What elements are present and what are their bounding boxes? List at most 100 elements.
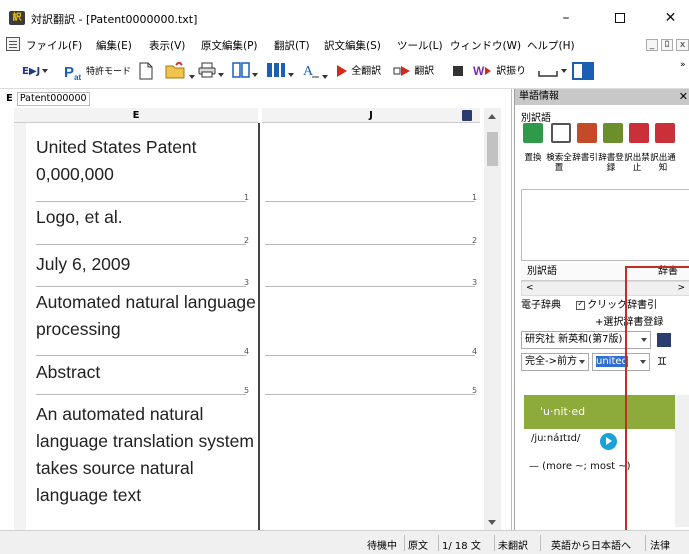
translate-all-label: 全翻訳 [351, 66, 382, 77]
segment-divider [36, 244, 246, 245]
segment-divider [36, 201, 246, 202]
dictionary-register-icon[interactable] [603, 123, 623, 143]
pane-layout-button[interactable] [572, 62, 594, 82]
play-audio-icon[interactable] [600, 433, 617, 450]
patent-icon[interactable]: Pat [64, 62, 84, 82]
toolbar: E▶J Pat 特許モード A 全翻訳 翻訳 W 訳振り » [0, 55, 689, 89]
translate-label: 翻訳 [414, 66, 435, 77]
source-segment[interactable]: Automated natural language processing [36, 289, 256, 343]
word-info-title: 単語情報 [519, 91, 559, 102]
maximize-icon [615, 13, 625, 23]
segment-divider [265, 244, 475, 245]
segment-divider [36, 355, 246, 356]
chevron-down-icon [42, 69, 49, 73]
toolbar-overflow-button[interactable]: » [680, 55, 686, 75]
pane-close-button[interactable]: ✕ [679, 89, 688, 105]
document-tab[interactable]: E Patent000000 [6, 92, 90, 106]
text-style-button[interactable]: A [302, 62, 328, 82]
direction-button[interactable]: E▶J [22, 62, 49, 82]
chevron-down-icon [218, 73, 224, 77]
status-separator [404, 535, 405, 551]
status-view: 原文 [408, 541, 428, 552]
entry-pronunciation: /juːnáɪtɪd/ [531, 433, 581, 444]
menu-edit[interactable]: 編集(E) [96, 38, 132, 53]
document-menu-icon[interactable] [6, 37, 20, 51]
assign-translation-button[interactable]: W 訳振り [473, 62, 526, 82]
word-info-header: 単語情報 ✕ [515, 89, 689, 105]
open-file-button[interactable] [165, 60, 195, 82]
source-segment[interactable]: July 6, 2009 [36, 251, 256, 278]
mdi-restore-button[interactable]: ﾛ [661, 39, 673, 51]
column-option-icon[interactable] [462, 110, 472, 121]
maximize-button[interactable] [600, 8, 640, 28]
minimize-button[interactable]: – [546, 8, 586, 28]
edict-title: 電子辞典 [521, 300, 561, 311]
translate-notify-icon[interactable] [655, 123, 675, 143]
menu-view[interactable]: 表示(V) [149, 38, 185, 53]
menu-help[interactable]: ヘルプ(H) [527, 38, 575, 53]
direction-label: E▶J [22, 66, 41, 77]
new-file-button[interactable] [138, 62, 154, 82]
segment-number: 4 [472, 347, 478, 356]
app-logo-icon: 訳 [9, 11, 25, 25]
translate-arrow-icon [393, 66, 410, 76]
patent-mode-button[interactable]: 特許モード [86, 62, 131, 82]
word-info-toolbar [515, 123, 689, 147]
source-segment[interactable]: United States Patent 0,000,000 [36, 134, 256, 188]
scroll-down-icon[interactable] [488, 520, 496, 525]
column-divider[interactable] [258, 123, 260, 533]
segment-divider [265, 286, 475, 287]
menu-translate[interactable]: 翻訳(T) [274, 38, 310, 53]
space-icon [538, 71, 558, 77]
menu-target-edit[interactable]: 訳文編集(S) [324, 38, 381, 53]
dictionary-select-value: 研究社 新英和(第7版) [525, 334, 623, 345]
scroll-up-icon[interactable] [488, 114, 496, 119]
pane-layout-icon [572, 62, 594, 80]
mdi-minimize-button[interactable]: _ [646, 39, 658, 51]
document-tab-label: E [6, 93, 13, 104]
chevron-down-icon [288, 73, 294, 77]
source-segment[interactable]: An automated natural language translatio… [36, 401, 256, 509]
click-lookup-checkbox[interactable] [576, 300, 586, 310]
document-name-field[interactable]: Patent000000 [16, 92, 90, 106]
status-position: 1/ 18 文 [442, 541, 481, 552]
assign-translation-label: 訳振り [496, 66, 527, 77]
segment-divider [36, 394, 246, 395]
alt-translation-list[interactable] [521, 189, 689, 261]
translate-all-button[interactable]: 全翻訳 [336, 62, 381, 82]
segment-number: 3 [244, 278, 250, 287]
no-translate-icon[interactable] [629, 123, 649, 143]
scroll-left-icon[interactable]: < [526, 283, 534, 293]
scrollbar-thumb[interactable] [487, 132, 498, 166]
search-icon[interactable] [551, 123, 571, 143]
space-button[interactable] [537, 62, 567, 82]
menu-tools[interactable]: ツール(L) [397, 38, 443, 53]
replace-icon[interactable] [523, 123, 543, 143]
chevron-down-icon [322, 75, 328, 79]
print-button[interactable] [198, 62, 224, 82]
status-state: 待機中 [367, 541, 397, 552]
translate-button[interactable]: 翻訳 [393, 62, 434, 82]
segment-divider [265, 201, 475, 202]
document-scrollbar[interactable] [484, 108, 501, 530]
close-button[interactable]: ✕ [652, 8, 689, 28]
status-separator [438, 535, 439, 551]
menu-source-edit[interactable]: 原文編集(P) [201, 38, 258, 53]
match-mode-value: 完全->前方 [525, 356, 577, 367]
segment-divider [265, 394, 475, 395]
source-segment[interactable]: Abstract [36, 359, 256, 386]
stop-icon [453, 66, 463, 76]
menu-window[interactable]: ウィンドウ(W) [450, 38, 521, 53]
stop-button[interactable] [453, 62, 463, 82]
replace-label: 置換 [524, 153, 542, 163]
match-mode-select[interactable]: 完全->前方 [521, 353, 589, 371]
source-segment[interactable]: Logo, et al. [36, 204, 256, 231]
svg-text:W: W [473, 64, 485, 78]
document-pane: E Patent000000 E J United States Patent 0… [0, 89, 512, 533]
dictionary-lookup-icon[interactable] [577, 123, 597, 143]
layout-side-button[interactable] [232, 62, 258, 82]
menu-file[interactable]: ファイル(F) [26, 38, 82, 53]
svg-text:at: at [74, 73, 81, 82]
mdi-close-button[interactable]: x [676, 39, 689, 51]
layout-triple-button[interactable] [266, 62, 294, 82]
